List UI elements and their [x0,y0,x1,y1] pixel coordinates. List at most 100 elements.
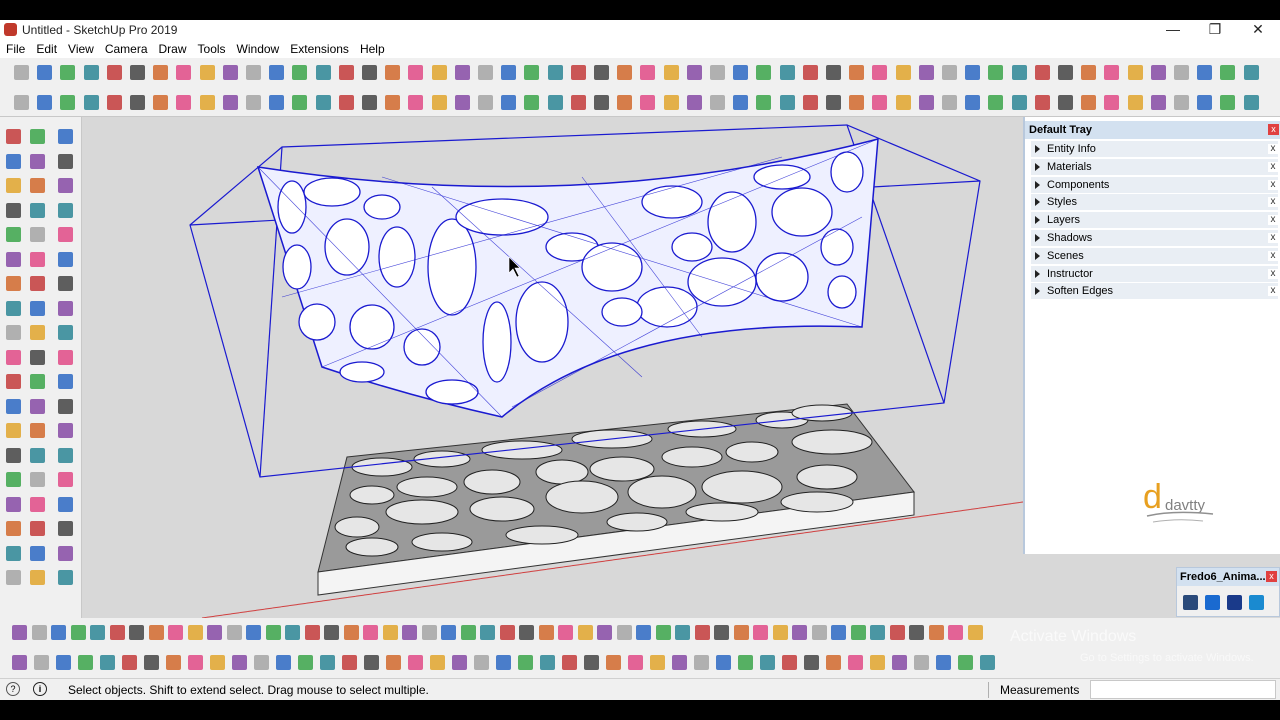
tool-icon[interactable] [733,625,749,640]
axes-icon[interactable] [594,95,609,110]
left-tool-icon[interactable] [58,300,73,316]
follow-me-icon[interactable] [153,65,169,80]
warehouse-icon[interactable] [1081,65,1097,80]
circle-icon[interactable] [1243,95,1259,110]
left-tool-icon[interactable] [30,349,45,365]
tool-icon[interactable] [714,625,729,640]
orbit-icon[interactable] [988,65,1004,80]
polygon-icon[interactable] [60,95,76,110]
left-tool-icon[interactable] [30,521,45,536]
left-tool-icon[interactable] [30,300,45,316]
left-tool-icon[interactable] [6,251,21,267]
section-icon[interactable] [524,65,540,80]
tool-icon[interactable] [499,625,515,640]
tool-icon[interactable] [474,655,489,670]
axes-icon[interactable] [14,95,29,110]
tool-icon[interactable] [577,625,593,640]
push-pull-icon[interactable] [130,65,145,80]
shape-icon[interactable] [779,65,795,80]
geo-location-icon[interactable]: ? [6,682,20,696]
tool-icon[interactable] [408,655,423,670]
tool-icon[interactable] [831,625,846,640]
tray-panel-entity-info[interactable]: Entity Info x [1031,141,1278,158]
section-icon[interactable] [1197,65,1213,80]
left-tool-icon[interactable] [58,521,73,536]
follow-me-icon[interactable] [826,65,841,80]
spline-icon[interactable] [153,95,169,110]
warehouse-icon[interactable] [408,65,424,80]
tool-icon[interactable] [70,625,86,640]
pan-icon[interactable] [338,65,354,80]
animator-clapper-icon[interactable] [1183,595,1198,610]
curve-icon[interactable] [222,95,238,110]
zoom-icon[interactable] [1034,65,1050,80]
tool-icon[interactable] [109,625,125,640]
left-tool-icon[interactable] [6,129,21,144]
left-tool-icon[interactable] [30,325,45,340]
left-tool-icon[interactable] [6,570,21,585]
offset-icon[interactable] [895,65,911,80]
tray-panel-layers[interactable]: Layers x [1031,212,1278,230]
tool-icon[interactable] [967,625,983,640]
tool-icon[interactable] [496,655,511,670]
left-tool-icon[interactable] [58,349,73,365]
view-iso-icon[interactable] [1220,65,1236,80]
close-panel-icon[interactable]: x [1268,250,1278,261]
stair-icon[interactable] [408,95,424,110]
tray-panel-components[interactable]: Components x [1031,176,1278,194]
tool-icon[interactable] [421,625,437,640]
tool-icon[interactable] [232,655,247,670]
door-icon[interactable] [942,95,957,110]
axes-icon[interactable] [1174,95,1189,110]
tool-icon[interactable] [584,655,599,670]
tool-icon[interactable] [31,625,47,640]
animator-screen-icon[interactable] [1205,595,1220,610]
left-tool-icon[interactable] [6,178,21,193]
paint-bucket-icon[interactable] [37,95,53,110]
tool-icon[interactable] [694,625,710,640]
close-panel-icon[interactable]: x [1268,144,1278,154]
tape-icon[interactable] [918,65,934,80]
layer-icon[interactable] [1150,95,1166,110]
left-tool-icon[interactable] [30,202,45,218]
minimize-button[interactable]: — [1152,20,1194,40]
polygon-icon[interactable] [640,95,656,110]
shadow-icon[interactable] [454,95,470,110]
bezier-icon[interactable] [199,95,215,110]
left-tool-icon[interactable] [30,545,45,561]
line-icon[interactable] [733,65,749,80]
layout-icon[interactable] [1127,65,1143,80]
union-icon[interactable] [269,95,285,110]
view-left-icon[interactable] [663,65,679,80]
left-tool-icon[interactable] [6,423,21,438]
left-tool-icon[interactable] [6,545,21,561]
tool-icon[interactable] [452,655,467,670]
left-tool-icon[interactable] [58,178,73,193]
left-tool-icon[interactable] [58,496,73,512]
eraser-icon[interactable] [710,65,725,80]
tool-icon[interactable] [342,655,357,670]
tool-icon[interactable] [540,655,555,670]
union-icon[interactable] [849,95,865,110]
tool-icon[interactable] [738,655,753,670]
measurements-input[interactable] [1090,680,1276,699]
view-top-icon[interactable] [570,65,586,80]
rotate-icon[interactable] [872,65,888,80]
tool-icon[interactable] [558,625,573,640]
animator-arrows-icon[interactable] [1227,595,1242,610]
left-tool-icon[interactable] [6,300,21,316]
user-icon[interactable] [501,65,517,80]
tool-icon[interactable] [562,655,577,670]
view-front-icon[interactable] [594,65,609,80]
close-panel-icon[interactable]: x [1268,286,1278,297]
left-tool-icon[interactable] [58,325,73,340]
match-photo-icon[interactable] [1081,95,1097,110]
tool-icon[interactable] [304,625,320,640]
menu-view[interactable]: View [62,40,99,58]
tool-icon[interactable] [948,625,963,640]
tool-icon[interactable] [226,625,242,640]
tool-icon[interactable] [760,655,775,670]
left-tool-icon[interactable] [6,202,21,218]
wall-icon[interactable] [918,95,934,110]
roof-icon[interactable] [895,95,911,110]
